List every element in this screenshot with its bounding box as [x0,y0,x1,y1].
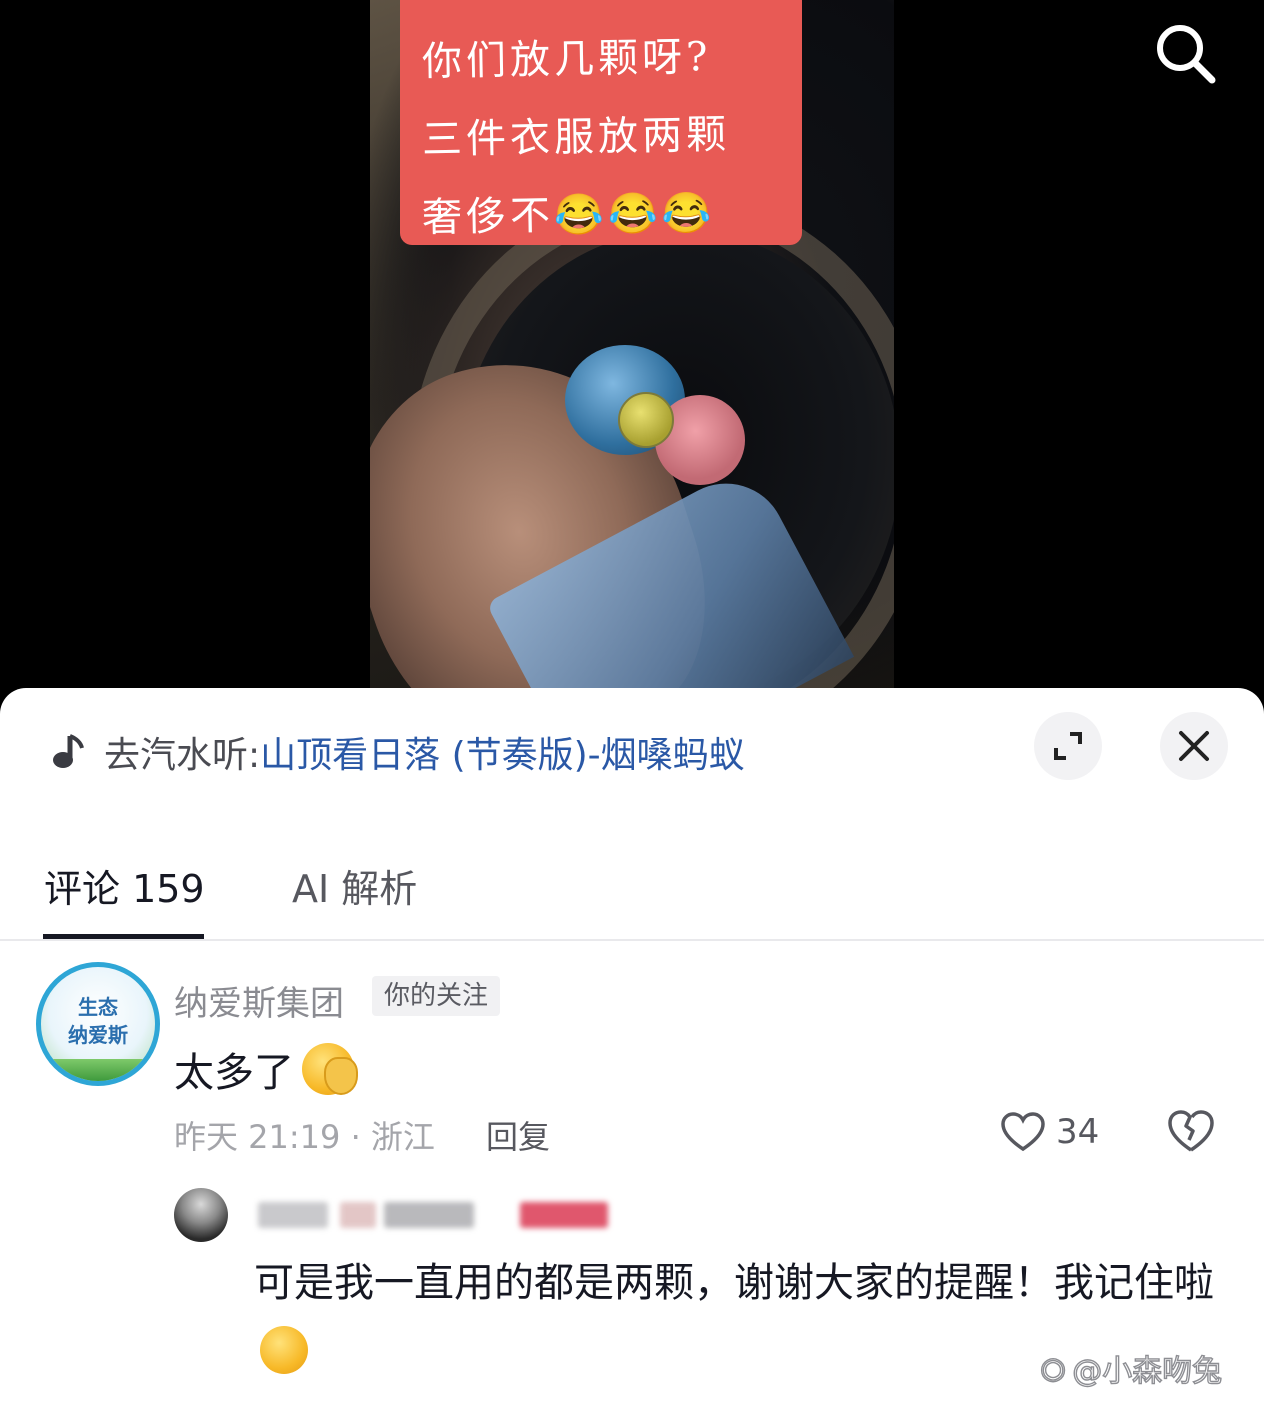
comment-meta: 昨天 21:19 · 浙江 [174,1118,435,1156]
tab-bar: 评论 159 AI 解析 [0,848,1264,941]
thinking-emoji-icon [260,1326,308,1374]
heart-icon [1001,1112,1045,1152]
commenter-username[interactable]: 纳爱斯集团 [174,976,344,1025]
weibo-logo-icon: ◉ [1039,1350,1067,1386]
tab-ai-analysis[interactable]: AI 解析 [292,858,417,913]
close-button[interactable] [1160,712,1228,780]
comment-text: 太多了 [174,1050,294,1096]
weibo-watermark: ◉ @小森吻兔 [1039,1346,1223,1390]
blurred-badge [520,1202,608,1228]
expand-icon [1054,732,1082,760]
avatar-grass [41,1059,155,1081]
laundry-pod-yellow [618,392,674,448]
search-icon [1157,25,1216,84]
blurred-name-1 [258,1202,328,1228]
music-prefix: 去汽水听: [104,735,261,776]
caption-line-3: 奢侈不😂😂😂 [421,190,716,242]
commenter-avatar[interactable]: 生态 纳爱斯 [36,962,160,1086]
avatar-text-2: 纳爱斯 [68,1023,128,1047]
search-button[interactable] [1150,18,1220,88]
caption-line-2: 三件衣服放两颗 [421,111,731,164]
avatar-text-1: 生态 [78,995,118,1019]
comment-sheet: 去汽水听: 山顶看日落 (节奏版)-烟嗓蚂蚁 评论 159 AI 解析 生态 纳… [0,688,1264,1402]
blurred-name-2 [340,1202,376,1228]
comment-body: 太多了 [174,1040,358,1098]
watermark-text: @小森吻兔 [1071,1353,1223,1389]
facepalm-emoji-icon [302,1043,358,1095]
music-note-icon [53,734,84,768]
video-player[interactable]: 你们放几颗呀? 三件衣服放两颗 奢侈不😂😂😂 [0,0,1264,700]
like-button[interactable]: 34 [1000,1108,1099,1156]
reply-avatar[interactable] [174,1188,228,1242]
blurred-name-3 [384,1202,474,1228]
music-title[interactable]: 山顶看日落 (节奏版)-烟嗓蚂蚁 [260,726,745,778]
close-icon [1179,731,1209,761]
reply-text: 可是我一直用的都是两颗，谢谢大家的提醒！我记住啦 [254,1260,1214,1306]
reply-button[interactable]: 回复 [486,1112,550,1158]
following-badge: 你的关注 [372,976,501,1016]
dislike-button[interactable] [1166,1108,1216,1156]
like-count: 34 [1056,1112,1100,1152]
active-tab-indicator [43,934,204,939]
video-caption: 你们放几颗呀? 三件衣服放两颗 奢侈不😂😂😂 [400,0,802,245]
caption-line-1: 你们放几颗呀? [421,34,712,86]
broken-heart-icon [1168,1110,1214,1152]
music-link[interactable]: 去汽水听: 山顶看日落 (节奏版)-烟嗓蚂蚁 [48,722,745,782]
tab-comments[interactable]: 评论 159 [44,858,205,913]
expand-button[interactable] [1034,712,1102,780]
